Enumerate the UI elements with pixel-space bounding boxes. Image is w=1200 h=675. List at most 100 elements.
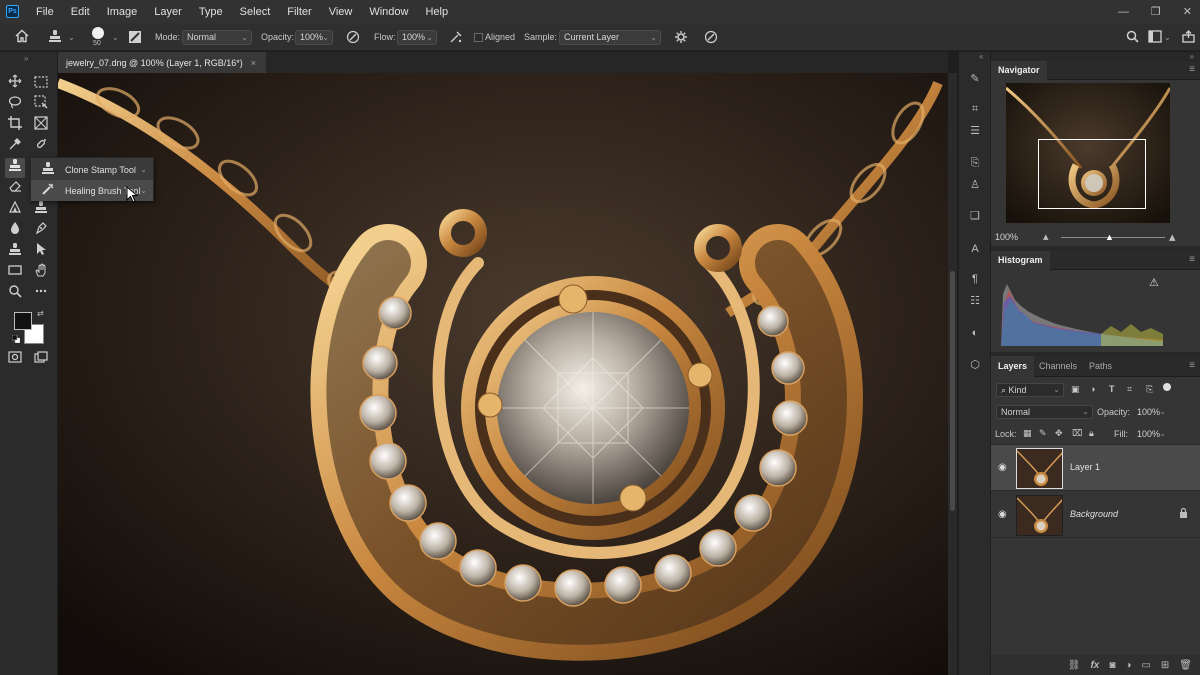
menu-file[interactable]: File: [29, 6, 64, 18]
add-mask-icon[interactable]: ◙: [1109, 660, 1115, 671]
layer-style-icon[interactable]: fx: [1090, 660, 1099, 671]
zoom-tool-icon[interactable]: [5, 284, 25, 304]
new-group-icon[interactable]: ▭: [1141, 660, 1150, 671]
pressure-opacity-icon[interactable]: [346, 30, 360, 47]
navigator-view-box[interactable]: [1038, 139, 1146, 209]
tab-navigator[interactable]: Navigator: [991, 61, 1047, 80]
aligned-checkbox[interactable]: [474, 33, 483, 42]
eraser-tool-icon[interactable]: [5, 179, 25, 199]
adjustments-icon[interactable]: ☰: [968, 124, 982, 138]
layer-row-background[interactable]: ◉ Background: [991, 492, 1200, 538]
rectangular-marquee-tool-icon[interactable]: [31, 74, 51, 94]
hand-tool-icon[interactable]: [31, 263, 51, 283]
flow-input[interactable]: 100% ⌄: [397, 30, 437, 45]
lasso-tool-icon[interactable]: [5, 95, 25, 115]
clone-source-icon[interactable]: ⎘: [968, 156, 982, 170]
document-canvas[interactable]: [58, 73, 948, 675]
color-icon[interactable]: ◐: [968, 326, 982, 340]
frame-tool-icon[interactable]: [31, 116, 51, 136]
layer-lock-icon[interactable]: [1179, 507, 1188, 520]
layers-menu-icon[interactable]: ≡: [1189, 361, 1195, 371]
quick-mask-icon[interactable]: [5, 349, 25, 369]
new-adjustment-layer-icon[interactable]: ◑: [1125, 660, 1131, 671]
search-icon[interactable]: [1126, 30, 1139, 46]
crop-tool-icon[interactable]: [5, 116, 25, 136]
lock-artboard-icon[interactable]: ⌧: [1072, 428, 1082, 439]
navigator-preview[interactable]: [1006, 83, 1170, 223]
clone-stamp-tool-icon[interactable]: [5, 158, 25, 178]
opacity-input[interactable]: 100% ⌄: [295, 30, 333, 45]
stamp-variant-tool-icon[interactable]: [5, 242, 25, 262]
clone-stamp-tool-preset-icon[interactable]: [47, 29, 63, 47]
histogram-menu-icon[interactable]: ≡: [1189, 255, 1195, 265]
tool-preset-chevron-icon[interactable]: ⌄: [68, 33, 75, 42]
collapse-panels-icon[interactable]: »: [1190, 52, 1194, 61]
history-brush-icon[interactable]: ✎: [968, 72, 982, 86]
pressure-size-icon[interactable]: [704, 30, 718, 47]
path-selection-tool-icon[interactable]: [31, 242, 51, 262]
properties-icon[interactable]: ☷: [968, 294, 982, 308]
photoshop-logo[interactable]: Ps: [6, 5, 19, 18]
character-icon[interactable]: A: [968, 242, 982, 256]
menu-layer[interactable]: Layer: [147, 6, 192, 18]
paragraph-icon[interactable]: ¶: [968, 272, 982, 286]
menu-select[interactable]: Select: [233, 6, 281, 18]
eyedropper-tool-icon[interactable]: [5, 137, 25, 157]
collapse-toolbar-icon[interactable]: »: [24, 54, 28, 63]
layer-opacity-input[interactable]: 100% ⌄: [1132, 405, 1170, 419]
tab-channels[interactable]: Channels: [1032, 356, 1084, 377]
layer-name[interactable]: Layer 1: [1070, 462, 1100, 472]
object-selection-tool-icon[interactable]: [31, 95, 51, 115]
document-tab[interactable]: jewelry_07.dng @ 100% (Layer 1, RGB/16*)…: [58, 52, 266, 73]
menu-type[interactable]: Type: [192, 6, 233, 18]
menu-help[interactable]: Help: [418, 6, 458, 18]
filter-type-icon[interactable]: T: [1109, 384, 1115, 394]
menu-image[interactable]: Image: [100, 6, 148, 18]
brush-settings-icon[interactable]: ⌗: [968, 102, 982, 116]
share-icon[interactable]: [1182, 30, 1195, 46]
layer-name[interactable]: Background: [1070, 509, 1118, 519]
zoom-slider-handle[interactable]: ▲: [1105, 232, 1114, 242]
blur-tool-icon[interactable]: [5, 221, 25, 241]
layer-row-layer-1[interactable]: ◉ Layer 1: [991, 445, 1200, 491]
filter-adjustment-icon[interactable]: ◑: [1090, 384, 1095, 394]
libraries-icon[interactable]: ❑: [968, 209, 982, 223]
home-icon[interactable]: [15, 29, 29, 46]
menu-window[interactable]: Window: [362, 6, 418, 18]
lock-transparent-icon[interactable]: ▦: [1023, 428, 1032, 439]
move-tool-icon[interactable]: [5, 74, 25, 94]
workspace-chevron-icon[interactable]: ⌄: [1164, 33, 1171, 42]
airbrush-icon[interactable]: [449, 30, 463, 47]
layer-filter-kind-select[interactable]: ⌕ Kind ⌄: [996, 383, 1064, 397]
collapse-strip-icon[interactable]: «: [979, 52, 983, 61]
tab-layers[interactable]: Layers: [991, 356, 1035, 377]
foreground-color-swatch[interactable]: [14, 312, 32, 330]
pen-tool-icon[interactable]: [31, 221, 51, 241]
canvas-vertical-scrollbar[interactable]: [948, 73, 957, 675]
fill-input[interactable]: 100% ⌄: [1132, 427, 1170, 441]
rectangle-tool-icon[interactable]: [5, 263, 25, 283]
brush-preview-icon[interactable]: [92, 27, 104, 39]
more-tools-icon[interactable]: [31, 284, 51, 304]
navigator-zoom-value[interactable]: 100%: [995, 232, 1018, 242]
minimize-icon[interactable]: —: [1118, 6, 1129, 18]
visibility-eye-icon[interactable]: ◉: [998, 462, 1007, 473]
menu-filter[interactable]: Filter: [280, 6, 321, 18]
new-layer-icon[interactable]: ⊞: [1161, 660, 1169, 671]
screen-mode-icon[interactable]: [31, 349, 51, 369]
menu-view[interactable]: View: [322, 6, 363, 18]
brush-picker-chevron-icon[interactable]: ⌄: [112, 33, 119, 42]
visibility-eye-icon[interactable]: ◉: [998, 509, 1007, 520]
spot-healing-brush-tool-icon[interactable]: [31, 137, 51, 157]
tab-histogram[interactable]: Histogram: [991, 251, 1050, 270]
ignore-adjustment-layers-icon[interactable]: [674, 30, 688, 47]
filter-toggle-icon[interactable]: [1163, 383, 1171, 391]
restore-icon[interactable]: ❐: [1151, 5, 1161, 18]
gradient-tool-icon[interactable]: [5, 200, 25, 220]
swap-colors-icon[interactable]: ⇄: [37, 309, 44, 318]
mode-select[interactable]: Normal ⌄: [182, 30, 252, 45]
link-layers-icon[interactable]: ⛓: [1068, 660, 1081, 671]
menu-edit[interactable]: Edit: [64, 6, 100, 18]
close-icon[interactable]: ✕: [1183, 5, 1192, 18]
navigator-menu-icon[interactable]: ≡: [1189, 65, 1195, 75]
